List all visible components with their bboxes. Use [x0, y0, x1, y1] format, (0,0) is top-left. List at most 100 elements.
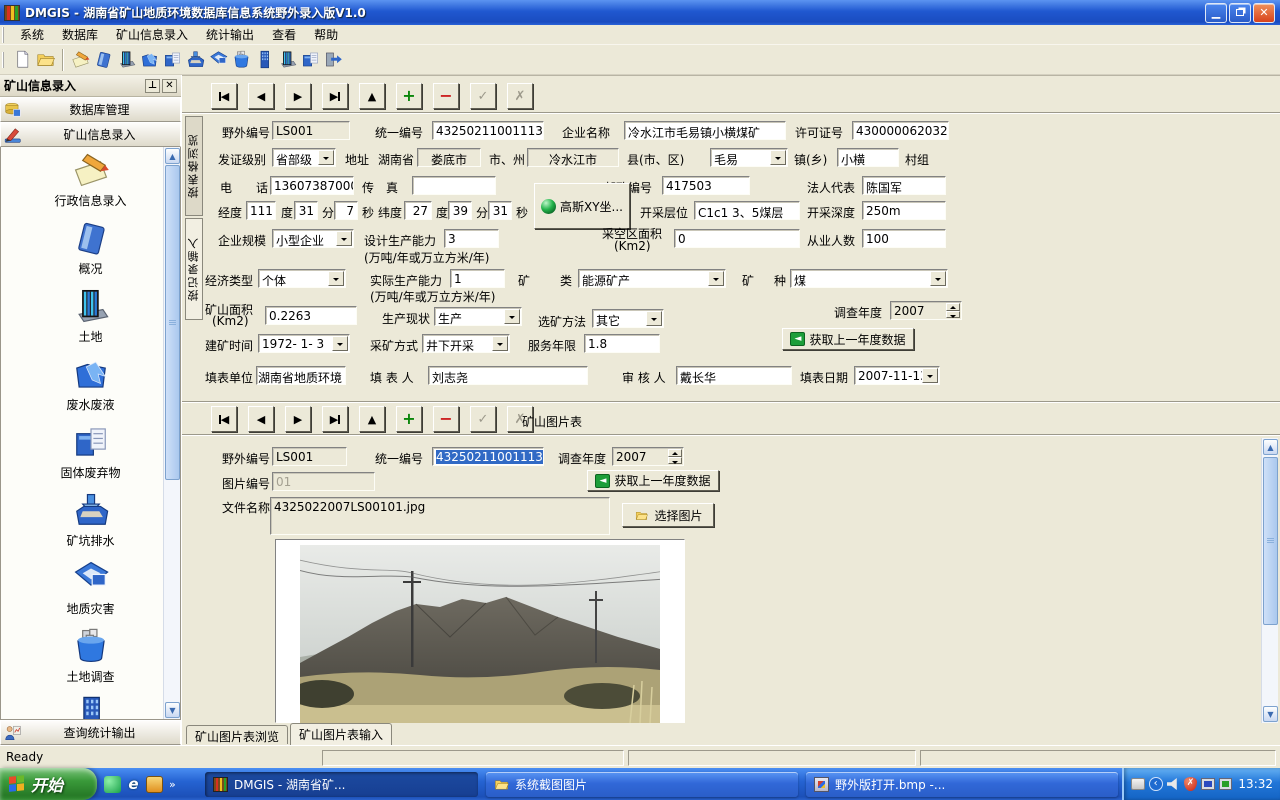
- build-time-select[interactable]: 1972- 1- 3: [258, 334, 350, 353]
- nav-next-button[interactable]: ▶: [285, 83, 311, 109]
- menu-view[interactable]: 查看: [263, 24, 305, 45]
- language-icon[interactable]: ‹: [1149, 777, 1163, 791]
- tab-picture-entry[interactable]: 矿山图片表输入: [290, 723, 392, 745]
- pic-field-code-input[interactable]: LS001: [272, 447, 347, 466]
- nav-delete-button[interactable]: −: [433, 83, 459, 109]
- chevron-down-icon[interactable]: [336, 231, 352, 246]
- restore-button[interactable]: [1229, 3, 1251, 23]
- pic-nav-prior-button[interactable]: ◀: [248, 406, 274, 432]
- land-icon[interactable]: [116, 49, 137, 70]
- scroll-up-icon[interactable]: ▲: [165, 148, 180, 164]
- chevron-down-icon[interactable]: [922, 368, 938, 383]
- spin-down-icon[interactable]: [668, 457, 682, 465]
- solid-waste-icon[interactable]: [162, 49, 183, 70]
- start-button[interactable]: 开始: [0, 768, 97, 800]
- city-input[interactable]: 娄底市: [417, 148, 481, 167]
- license-level-select[interactable]: 省部级: [272, 148, 336, 167]
- sidebar-item-land-survey[interactable]: 土地调查: [11, 627, 171, 685]
- postcode-input[interactable]: 417503: [662, 176, 750, 195]
- chevron-down-icon[interactable]: [646, 311, 662, 326]
- county-select[interactable]: 毛易: [710, 148, 788, 167]
- speaker-icon[interactable]: [1167, 778, 1181, 790]
- field-code-input[interactable]: LS001: [272, 121, 350, 140]
- tab-table-browse[interactable]: 按表格浏览: [185, 116, 203, 216]
- actual-capacity-input[interactable]: 1: [450, 269, 505, 288]
- spin-up-icon[interactable]: [668, 449, 682, 457]
- lat-sec-input[interactable]: 31: [488, 201, 512, 220]
- enterprise-scale-select[interactable]: 小型企业: [272, 229, 354, 248]
- mine-class-select[interactable]: 能源矿产: [578, 269, 726, 288]
- internet-explorer-icon[interactable]: e: [125, 776, 142, 793]
- geo-hazard-icon[interactable]: [208, 49, 229, 70]
- legal-person-input[interactable]: 陈国军: [862, 176, 946, 195]
- nav-insert-button[interactable]: +: [396, 83, 422, 109]
- close-icon[interactable]: ✕: [162, 79, 177, 93]
- tab-picture-browse[interactable]: 矿山图片表浏览: [186, 725, 288, 744]
- sidebar-group-query-output[interactable]: 查询统计输出: [0, 720, 181, 745]
- sidebar-group-mine-entry[interactable]: 矿山信息录入: [0, 122, 181, 147]
- lon-deg-input[interactable]: 111: [246, 201, 276, 220]
- network-icon[interactable]: [1201, 778, 1215, 790]
- chevron-down-icon[interactable]: [332, 336, 348, 351]
- sidebar-item-geo-hazard[interactable]: 地质灾害: [11, 559, 171, 617]
- record-entry-icon[interactable]: [70, 49, 91, 70]
- scroll-thumb[interactable]: [165, 165, 180, 480]
- sidebar-item-admin-entry[interactable]: 行政信息录入: [11, 151, 171, 209]
- filler-input[interactable]: 刘志尧: [428, 366, 588, 385]
- lon-sec-input[interactable]: 7: [334, 201, 358, 220]
- mining-method-select[interactable]: 井下开采: [422, 334, 510, 353]
- fill-unit-input[interactable]: 湖南省地质环境: [256, 366, 346, 385]
- spin-up-icon[interactable]: [946, 303, 960, 311]
- service-years-input[interactable]: 1.8: [584, 334, 660, 353]
- unified-code-input[interactable]: 43250211001113: [432, 121, 544, 140]
- lon-min-input[interactable]: 31: [294, 201, 318, 220]
- new-document-icon[interactable]: [12, 49, 33, 70]
- menu-statistics-output[interactable]: 统计输出: [197, 24, 263, 45]
- quick-launch-more-icon[interactable]: »: [169, 778, 176, 791]
- quick-launch-icon-1[interactable]: [104, 776, 121, 793]
- mining-depth-input[interactable]: 250m: [862, 201, 946, 220]
- sidebar-scrollbar[interactable]: ▲ ▼: [163, 147, 180, 719]
- nav-up-button[interactable]: ▲: [359, 83, 385, 109]
- menu-help[interactable]: 帮助: [305, 24, 347, 45]
- tab-record-entry[interactable]: 按记录输入: [185, 218, 203, 320]
- goaf-area-input[interactable]: 0: [674, 229, 800, 248]
- choose-image-button[interactable]: 选择图片: [622, 503, 714, 527]
- fetch-previous-year-button[interactable]: ◄获取上一年度数据: [782, 328, 914, 350]
- pic-unified-code-input[interactable]: 43250211001113: [432, 447, 544, 466]
- mine-kind-select[interactable]: 煤: [790, 269, 948, 288]
- overview-icon[interactable]: [93, 49, 114, 70]
- spin-down-icon[interactable]: [946, 311, 960, 319]
- lat-deg-input[interactable]: 27: [404, 201, 432, 220]
- survey-year-spinner[interactable]: 2007: [890, 301, 962, 320]
- menu-database[interactable]: 数据库: [53, 24, 107, 45]
- menu-system[interactable]: 系统: [11, 24, 53, 45]
- mail-icon[interactable]: [146, 776, 163, 793]
- license-no-input[interactable]: 4300000620321: [852, 121, 949, 140]
- chevron-down-icon[interactable]: [492, 336, 508, 351]
- menu-mine-info-entry[interactable]: 矿山信息录入: [107, 24, 197, 45]
- nav-cancel-button[interactable]: ✗: [507, 83, 533, 109]
- pin-icon[interactable]: ⊥: [145, 79, 160, 93]
- security-shield-icon[interactable]: ✗: [1184, 777, 1197, 791]
- pic-fetch-previous-year-button[interactable]: ◄获取上一年度数据: [587, 470, 719, 491]
- mine-area-input[interactable]: 0.2263: [265, 306, 357, 325]
- minimize-button[interactable]: ▁: [1205, 3, 1227, 23]
- chevron-down-icon[interactable]: [708, 271, 724, 286]
- sidebar-item-waste-water[interactable]: 废水废液: [11, 355, 171, 413]
- waste-water-icon[interactable]: [139, 49, 160, 70]
- taskbar-task-dmgis[interactable]: DMGIS - 湖南省矿...: [205, 772, 478, 797]
- town-input[interactable]: 小横: [837, 148, 899, 167]
- fill-date-select[interactable]: 2007-11-13: [854, 366, 940, 385]
- beneficiation-select[interactable]: 其它: [592, 309, 664, 328]
- chevron-down-icon[interactable]: [504, 309, 520, 324]
- employees-input[interactable]: 100: [862, 229, 946, 248]
- sidebar-item-partial[interactable]: [11, 695, 171, 720]
- design-capacity-input[interactable]: 3: [444, 229, 499, 248]
- fax-input[interactable]: [412, 176, 496, 195]
- economy-type-select[interactable]: 个体: [258, 269, 346, 288]
- enterprise-name-input[interactable]: 冷水江市毛易镇小横煤矿: [624, 121, 786, 140]
- sidebar-item-land[interactable]: 土地: [11, 287, 171, 345]
- reviewer-input[interactable]: 戴长华: [676, 366, 792, 385]
- mining-layer-input[interactable]: C1c1 3、5煤层: [694, 201, 800, 220]
